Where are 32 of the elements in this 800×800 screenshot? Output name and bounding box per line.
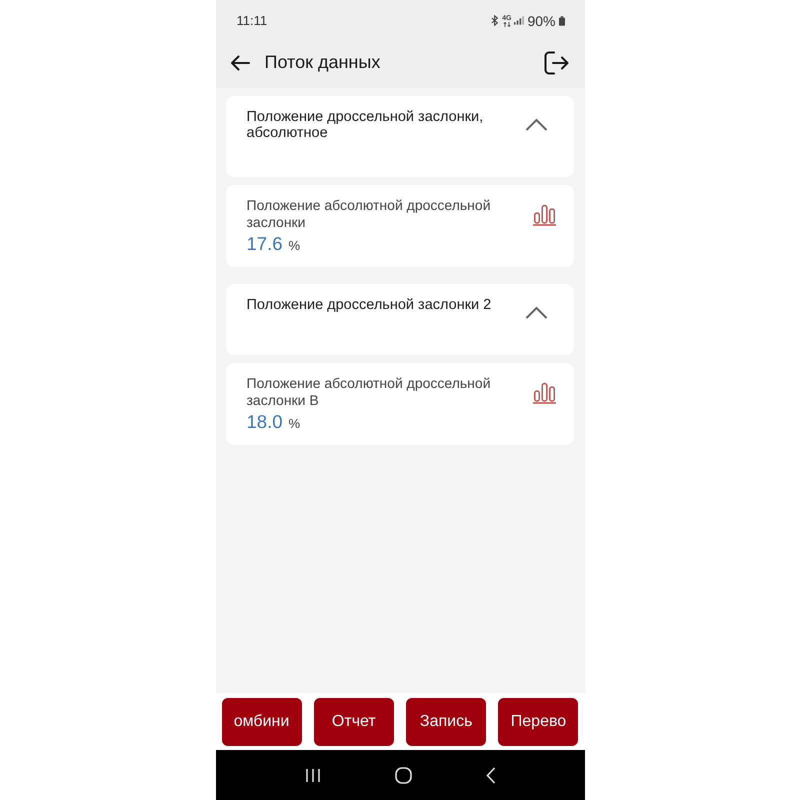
parameter-unit: % xyxy=(288,416,300,431)
parameter-unit: % xyxy=(288,238,300,253)
data-arrows-icon xyxy=(502,22,511,26)
action-button[interactable]: омбини xyxy=(222,698,302,746)
parameter-name: Положение абсолютной дроссельной заслонки xyxy=(246,197,492,231)
action-button[interactable]: Перево xyxy=(498,698,578,746)
screen-title: Поток данных xyxy=(264,52,382,74)
action-button[interactable]: Запись xyxy=(406,698,486,746)
chevron-up-icon[interactable] xyxy=(524,306,548,319)
group-title: Положение дроссельной заслонки, абсолютное xyxy=(246,109,484,141)
exit-icon xyxy=(544,51,568,75)
home-icon[interactable] xyxy=(394,766,412,784)
bluetooth-icon xyxy=(491,15,500,26)
action-button[interactable]: Отчет xyxy=(314,698,394,746)
battery-icon xyxy=(558,16,564,26)
chart-button[interactable] xyxy=(532,381,556,404)
signal-icon xyxy=(514,16,524,25)
recent-apps-icon[interactable] xyxy=(304,768,320,782)
bar-chart-icon xyxy=(532,203,556,226)
parameter-value: 18.0 xyxy=(246,411,283,433)
chart-button[interactable] xyxy=(532,203,556,226)
status-time: 11:11 xyxy=(236,13,268,28)
parameter-value: 17.6 xyxy=(246,233,283,255)
back-icon[interactable] xyxy=(486,766,496,784)
bar-chart-icon xyxy=(532,381,556,404)
parameter-name: Положение абсолютной дроссельной заслонки B xyxy=(246,375,492,409)
group-title: Положение дроссельной заслонки 2 xyxy=(246,297,492,313)
battery-percent: 90% xyxy=(527,12,556,28)
chevron-up-icon[interactable] xyxy=(524,118,548,131)
back-button[interactable] xyxy=(230,55,250,71)
back-arrow-icon xyxy=(230,55,250,71)
exit-button[interactable] xyxy=(544,51,568,75)
